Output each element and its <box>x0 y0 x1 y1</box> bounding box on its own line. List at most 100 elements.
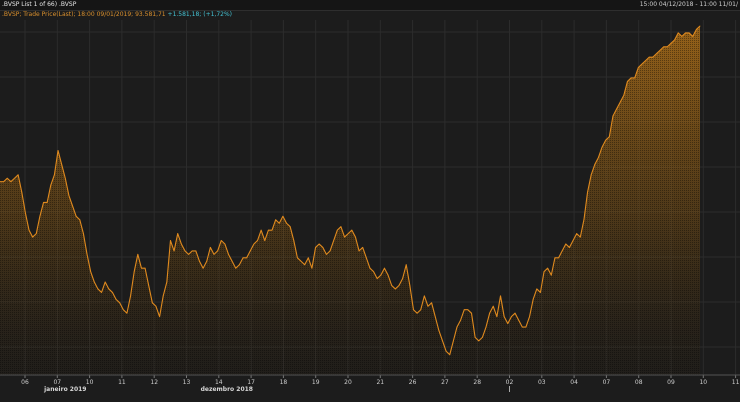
data-point <box>329 250 331 252</box>
x-tick-label: 12 <box>150 379 158 386</box>
x-tick-label: 18 <box>280 379 288 386</box>
data-point <box>10 181 12 183</box>
x-tick-label: 19 <box>312 379 320 386</box>
data-point <box>191 250 193 252</box>
data-point <box>373 271 374 273</box>
data-point <box>180 243 182 245</box>
x-tick-label: 09 <box>667 379 675 386</box>
data-point <box>605 139 607 141</box>
data-point <box>267 229 269 231</box>
data-point <box>540 292 541 293</box>
data-point <box>282 215 284 217</box>
data-point <box>271 229 273 231</box>
data-point <box>550 274 552 276</box>
data-point <box>112 292 113 293</box>
data-point <box>695 29 697 30</box>
data-point <box>253 243 255 245</box>
data-point <box>445 350 447 352</box>
data-point <box>311 267 313 269</box>
data-point <box>449 354 451 356</box>
area-chart: 06 07 10 11 12 13 14 17 18 19 20 21 26 27 28 02 03 04 07 08… <box>0 20 740 393</box>
data-point <box>384 267 385 269</box>
data-point <box>264 240 266 241</box>
data-point <box>209 247 211 248</box>
data-point <box>565 243 567 245</box>
data-point <box>656 53 657 55</box>
data-point <box>485 326 487 328</box>
data-point <box>24 212 26 214</box>
data-point <box>206 260 208 262</box>
data-point <box>579 236 581 238</box>
data-point <box>137 253 139 255</box>
data-point <box>286 222 287 224</box>
data-point <box>583 219 585 221</box>
data-point <box>101 292 102 293</box>
data-point <box>228 253 229 255</box>
data-point <box>674 39 676 41</box>
data-point <box>652 56 654 58</box>
x-tick-label: 26 <box>409 379 417 386</box>
data-point <box>630 77 632 79</box>
data-point <box>362 247 364 248</box>
data-point <box>217 250 219 252</box>
data-point <box>235 267 237 269</box>
data-point <box>637 67 639 68</box>
data-point <box>224 243 226 245</box>
data-point <box>57 150 59 151</box>
data-point <box>677 32 679 34</box>
data-point <box>394 288 396 290</box>
data-point <box>460 319 462 321</box>
data-point <box>554 257 556 259</box>
x-tick-label: 03 <box>538 379 546 386</box>
data-point <box>685 32 686 34</box>
data-point <box>68 195 70 196</box>
data-point <box>666 46 668 48</box>
data-point <box>474 337 476 338</box>
data-point <box>467 309 469 311</box>
data-point <box>202 267 204 269</box>
data-point <box>297 257 298 259</box>
data-point <box>159 316 160 318</box>
data-point <box>93 281 95 283</box>
data-point <box>590 174 592 176</box>
data-point <box>500 295 501 297</box>
data-point <box>503 316 505 318</box>
data-point <box>594 164 596 165</box>
data-point <box>456 326 458 328</box>
data-point <box>133 271 135 273</box>
data-point <box>391 285 393 286</box>
data-point <box>645 60 646 61</box>
data-point <box>525 326 527 328</box>
data-point <box>115 298 117 300</box>
data-point <box>162 295 164 297</box>
data-point <box>173 250 175 252</box>
data-point <box>619 101 621 103</box>
data-point <box>423 295 425 297</box>
x-tick-label: 27 <box>441 379 449 386</box>
data-point <box>46 202 48 203</box>
data-point <box>351 229 353 231</box>
data-point <box>275 219 277 221</box>
data-point <box>438 330 440 331</box>
data-point <box>336 229 338 231</box>
data-point <box>43 202 44 203</box>
data-point <box>307 257 309 259</box>
data-point <box>442 340 443 342</box>
x-tick-label: 14 <box>215 379 223 386</box>
data-point <box>511 316 512 318</box>
data-point <box>326 253 327 255</box>
data-point <box>561 250 563 252</box>
x-tick-label: 28 <box>473 379 481 386</box>
data-point <box>122 309 124 311</box>
data-point <box>50 184 52 186</box>
data-point <box>83 233 84 235</box>
data-point <box>28 229 30 231</box>
data-point <box>521 326 523 328</box>
data-point <box>130 295 131 297</box>
data-point <box>427 305 429 307</box>
data-point <box>347 233 349 235</box>
data-point <box>416 312 418 314</box>
data-point <box>641 63 643 65</box>
data-point <box>387 274 389 276</box>
area-series <box>0 25 701 375</box>
